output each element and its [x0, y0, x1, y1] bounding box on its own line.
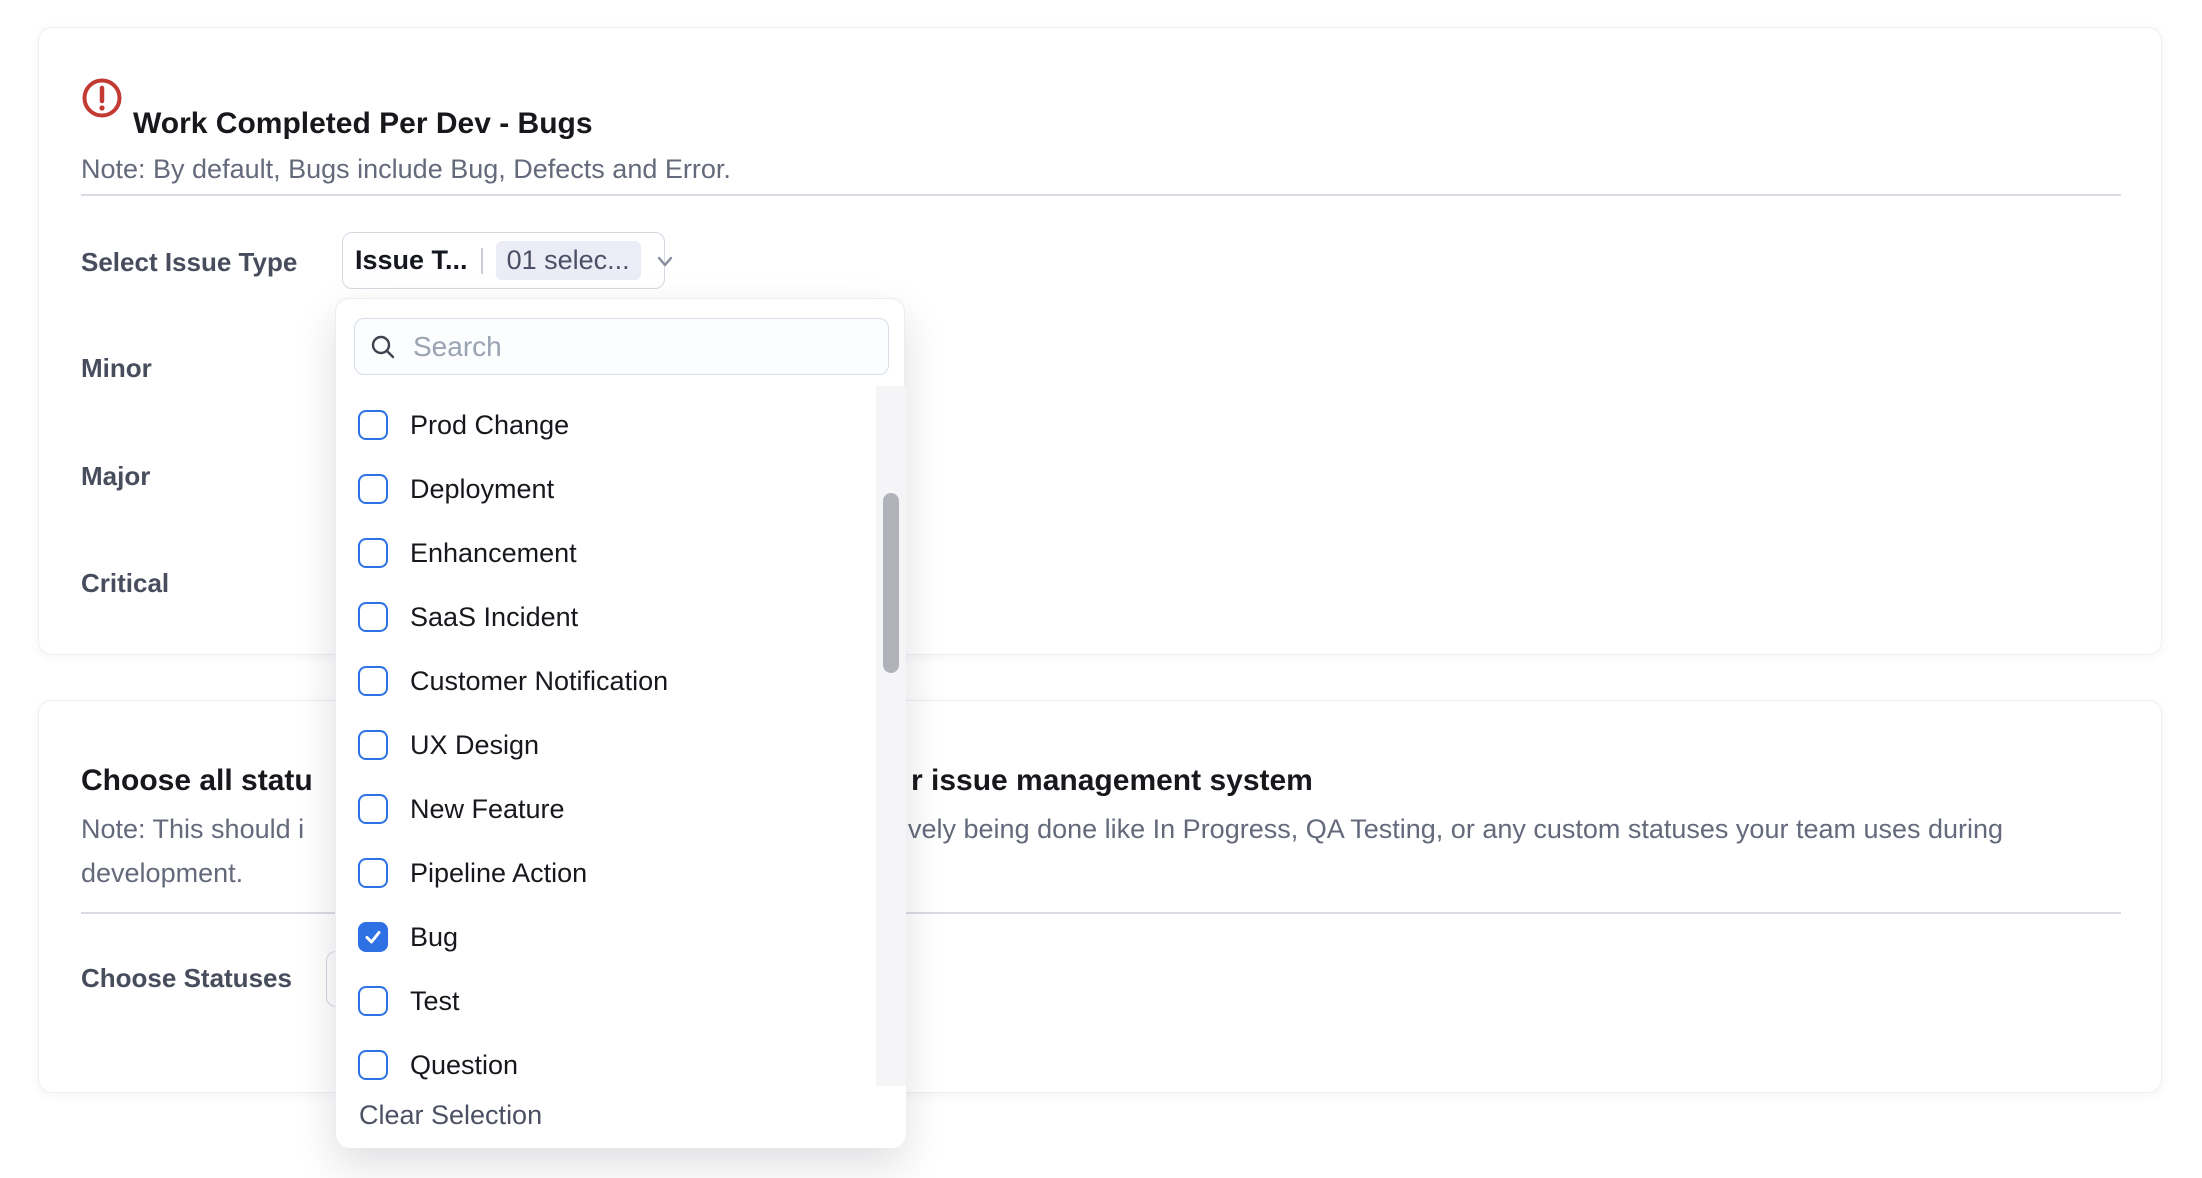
option-label: Test — [410, 986, 460, 1017]
scrollbar-track[interactable] — [876, 386, 906, 1086]
option-label: UX Design — [410, 730, 539, 761]
option-label: Prod Change — [410, 410, 569, 441]
card2-note-line2: development. — [81, 856, 243, 890]
dropdown-option[interactable]: Deployment — [336, 457, 906, 521]
dropdown-button-label: Issue T... — [355, 245, 468, 276]
checkbox-icon[interactable] — [358, 986, 388, 1016]
dropdown-footer: Clear Selection — [336, 1086, 906, 1148]
select-issue-type-label: Select Issue Type — [81, 246, 297, 278]
divider — [81, 194, 2121, 196]
card2-note-right-fragment: vely being done like In Progress, QA Tes… — [908, 812, 2003, 846]
dropdown-option[interactable]: Customer Notification — [336, 649, 906, 713]
option-label: SaaS Incident — [410, 602, 578, 633]
severity-label-critical: Critical — [81, 567, 169, 599]
clear-selection-button[interactable]: Clear Selection — [359, 1086, 542, 1144]
option-label: Customer Notification — [410, 666, 668, 697]
checkbox-icon[interactable] — [358, 922, 388, 952]
checkbox-icon[interactable] — [358, 1050, 388, 1080]
dropdown-option[interactable]: Bug — [336, 905, 906, 969]
option-label: Pipeline Action — [410, 858, 587, 889]
checkbox-icon[interactable] — [358, 602, 388, 632]
issue-type-dropdown-panel: Prod Change Deployment Enhancement — [335, 298, 905, 1147]
alert-circle-icon — [81, 77, 123, 124]
checkbox-icon[interactable] — [358, 794, 388, 824]
dropdown-option[interactable]: Test — [336, 969, 906, 1033]
card-title: Work Completed Per Dev - Bugs — [133, 106, 593, 142]
dropdown-option[interactable]: Pipeline Action — [336, 841, 906, 905]
dropdown-option[interactable]: Question — [336, 1033, 906, 1093]
button-divider — [481, 248, 483, 274]
card2-title-left-fragment: Choose all statu — [81, 763, 313, 799]
option-label: Bug — [410, 922, 458, 953]
card2-note-left-fragment: Note: This should i — [81, 812, 304, 846]
dropdown-option[interactable]: Prod Change — [336, 393, 906, 457]
card2-title-right-fragment: r issue management system — [911, 763, 1313, 799]
issue-type-dropdown-button[interactable]: Issue T... 01 selec... — [342, 232, 665, 289]
dropdown-option[interactable]: New Feature — [336, 777, 906, 841]
dropdown-option[interactable]: Enhancement — [336, 521, 906, 585]
checkbox-icon[interactable] — [358, 474, 388, 504]
dropdown-option[interactable]: SaaS Incident — [336, 585, 906, 649]
checkbox-icon[interactable] — [358, 730, 388, 760]
option-list: Prod Change Deployment Enhancement — [336, 393, 906, 1093]
selected-count-badge: 01 selec... — [496, 241, 641, 280]
dropdown-option[interactable]: UX Design — [336, 713, 906, 777]
checkbox-icon[interactable] — [358, 858, 388, 888]
checkbox-icon[interactable] — [358, 410, 388, 440]
checkbox-icon[interactable] — [358, 666, 388, 696]
option-label: New Feature — [410, 794, 565, 825]
option-label: Deployment — [410, 474, 554, 505]
option-label: Enhancement — [410, 538, 577, 569]
chevron-down-icon — [654, 250, 676, 272]
scrollbar-thumb[interactable] — [883, 493, 899, 673]
severity-label-minor: Minor — [81, 352, 152, 384]
severity-label-major: Major — [81, 460, 150, 492]
option-label: Question — [410, 1050, 518, 1081]
choose-statuses-label: Choose Statuses — [81, 962, 292, 994]
search-icon — [369, 333, 397, 361]
card-note: Note: By default, Bugs include Bug, Defe… — [81, 152, 731, 186]
search-field[interactable] — [354, 318, 889, 375]
checkbox-icon[interactable] — [358, 538, 388, 568]
search-input[interactable] — [413, 331, 874, 363]
page: Work Completed Per Dev - Bugs Note: By d… — [0, 0, 2202, 1178]
